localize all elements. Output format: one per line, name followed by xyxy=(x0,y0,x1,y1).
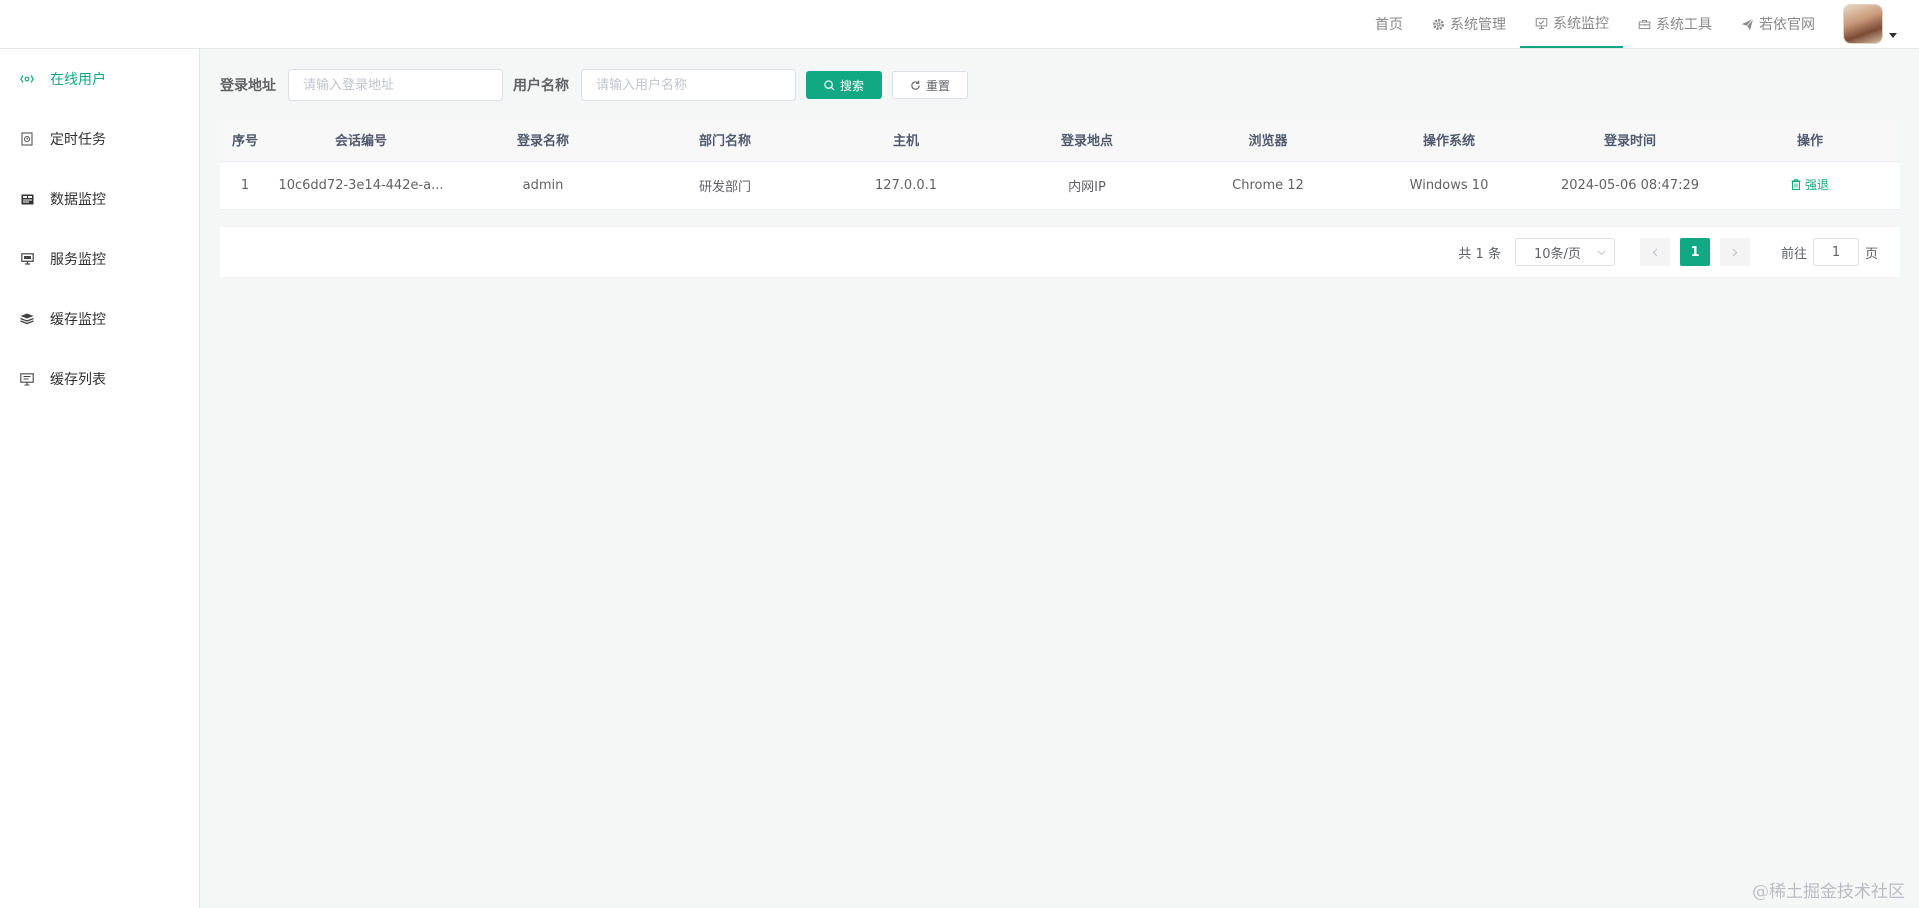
nav-item-system[interactable]: 系统管理 xyxy=(1417,0,1520,48)
top-menu: 首页 系统管理 系统监控 系统工具 若依官网 xyxy=(1361,0,1829,48)
nav-item-label: 首页 xyxy=(1375,17,1403,33)
druid-icon xyxy=(20,192,34,206)
cell-token: 10c6dd72-3e14-442e-a... xyxy=(270,161,452,210)
sidebar-item-label: 在线用户 xyxy=(50,72,106,88)
username-label: 用户名称 xyxy=(513,78,569,94)
search-icon xyxy=(824,79,835,91)
column-header: 登录地点 xyxy=(996,119,1178,162)
online-user-table: 序号 会话编号 登录名称 部门名称 主机 登录地点 浏览器 操作系统 登录时间 … xyxy=(220,119,1900,210)
nav-item-label: 系统工具 xyxy=(1656,17,1712,33)
online-icon xyxy=(20,72,34,86)
cell-actions: 强退 xyxy=(1720,161,1900,210)
gear-icon xyxy=(1431,17,1445,31)
sidebar-item-online-user[interactable]: 在线用户 xyxy=(0,49,199,109)
goto-prefix: 前往 xyxy=(1780,246,1807,262)
pagination: 共 1 条 10条/页 1 前往 页 xyxy=(220,227,1900,277)
nav-item-monitor[interactable]: 系统监控 xyxy=(1520,0,1623,48)
column-header: 操作系统 xyxy=(1358,119,1540,162)
watermark: @稀土掘金技术社区 xyxy=(1752,882,1905,902)
table-row: 1 10c6dd72-3e14-442e-a... admin 研发部门 127… xyxy=(220,161,1900,210)
delete-icon xyxy=(1791,179,1801,190)
column-header: 登录时间 xyxy=(1540,119,1720,162)
nav-item-home[interactable]: 首页 xyxy=(1361,0,1417,48)
page-number-current[interactable]: 1 xyxy=(1679,238,1710,266)
sidebar-item-label: 缓存监控 xyxy=(50,312,106,328)
paper-plane-icon xyxy=(1740,17,1754,31)
column-header: 操作 xyxy=(1720,119,1900,162)
reset-button[interactable]: 重置 xyxy=(892,71,968,99)
sidebar-item-label: 定时任务 xyxy=(50,132,106,148)
column-header: 序号 xyxy=(220,119,270,162)
cell-browser: Chrome 12 xyxy=(1178,161,1358,210)
cell-username: admin xyxy=(452,161,634,210)
top-navbar: 首页 系统管理 系统监控 系统工具 若依官网 xyxy=(0,0,1919,49)
toolbox-icon xyxy=(1637,17,1651,31)
prev-page-button[interactable] xyxy=(1639,238,1670,266)
nav-item-label: 系统监控 xyxy=(1553,16,1609,32)
chevron-right-icon xyxy=(1732,248,1738,256)
nav-item-label: 若依官网 xyxy=(1759,17,1815,33)
cell-os: Windows 10 xyxy=(1358,161,1540,210)
cell-login-time: 2024-05-06 08:47:29 xyxy=(1540,161,1720,210)
nav-item-label: 系统管理 xyxy=(1450,17,1506,33)
main-content: 登录地址 用户名称 搜索 重置 序号 会话编号 登录名 xyxy=(200,49,1919,908)
reset-button-label: 重置 xyxy=(925,78,950,93)
redis-icon xyxy=(20,312,34,326)
nav-item-website[interactable]: 若依官网 xyxy=(1726,0,1829,48)
pagination-jumper: 前往 页 xyxy=(1781,238,1878,266)
force-logout-label: 强退 xyxy=(1804,178,1829,192)
pagination-total: 共 1 条 xyxy=(1458,246,1501,262)
search-button[interactable]: 搜索 xyxy=(806,71,882,99)
next-page-button[interactable] xyxy=(1719,238,1750,266)
ipaddr-label: 登录地址 xyxy=(220,78,276,94)
sidebar: 在线用户 定时任务 数据监控 服务监控 缓存监控 缓存列表 xyxy=(0,49,200,908)
sidebar-item-label: 数据监控 xyxy=(50,192,106,208)
search-button-label: 搜索 xyxy=(839,78,864,93)
column-header: 主机 xyxy=(816,119,996,162)
avatar[interactable] xyxy=(1843,4,1883,44)
column-header: 浏览器 xyxy=(1178,119,1358,162)
cell-index: 1 xyxy=(220,161,270,210)
column-header: 部门名称 xyxy=(634,119,816,162)
chevron-left-icon xyxy=(1652,248,1658,256)
sidebar-item-cache[interactable]: 缓存监控 xyxy=(0,289,199,349)
force-logout-button[interactable]: 强退 xyxy=(1791,176,1829,193)
page-size-value: 10条/页 xyxy=(1533,246,1581,262)
job-icon xyxy=(20,132,34,146)
column-header: 会话编号 xyxy=(270,119,452,162)
table-header-row: 序号 会话编号 登录名称 部门名称 主机 登录地点 浏览器 操作系统 登录时间 … xyxy=(220,119,1900,162)
ipaddr-input[interactable] xyxy=(288,69,503,101)
sidebar-item-druid[interactable]: 数据监控 xyxy=(0,169,199,229)
cell-dept: 研发部门 xyxy=(634,161,816,210)
sidebar-item-cache-list[interactable]: 缓存列表 xyxy=(0,349,199,409)
user-avatar-dropdown[interactable] xyxy=(1843,4,1897,44)
redis-list-icon xyxy=(20,372,34,386)
server-icon xyxy=(20,252,34,266)
refresh-icon xyxy=(910,80,921,91)
page-size-select[interactable]: 10条/页 xyxy=(1514,238,1615,266)
username-input[interactable] xyxy=(581,69,796,101)
chevron-down-icon xyxy=(1597,245,1606,260)
nav-item-tool[interactable]: 系统工具 xyxy=(1623,0,1726,48)
goto-page-input[interactable] xyxy=(1812,238,1859,266)
sidebar-item-label: 缓存列表 xyxy=(50,372,106,388)
search-form: 登录地址 用户名称 搜索 重置 xyxy=(220,69,968,101)
monitor-check-icon xyxy=(1534,16,1548,30)
sidebar-item-label: 服务监控 xyxy=(50,252,106,268)
column-header: 登录名称 xyxy=(452,119,634,162)
goto-suffix: 页 xyxy=(1864,246,1878,262)
sidebar-item-job[interactable]: 定时任务 xyxy=(0,109,199,169)
cell-location: 内网IP xyxy=(996,161,1178,210)
caret-down-icon xyxy=(1889,32,1897,38)
sidebar-item-server[interactable]: 服务监控 xyxy=(0,229,199,289)
cell-host: 127.0.0.1 xyxy=(816,161,996,210)
